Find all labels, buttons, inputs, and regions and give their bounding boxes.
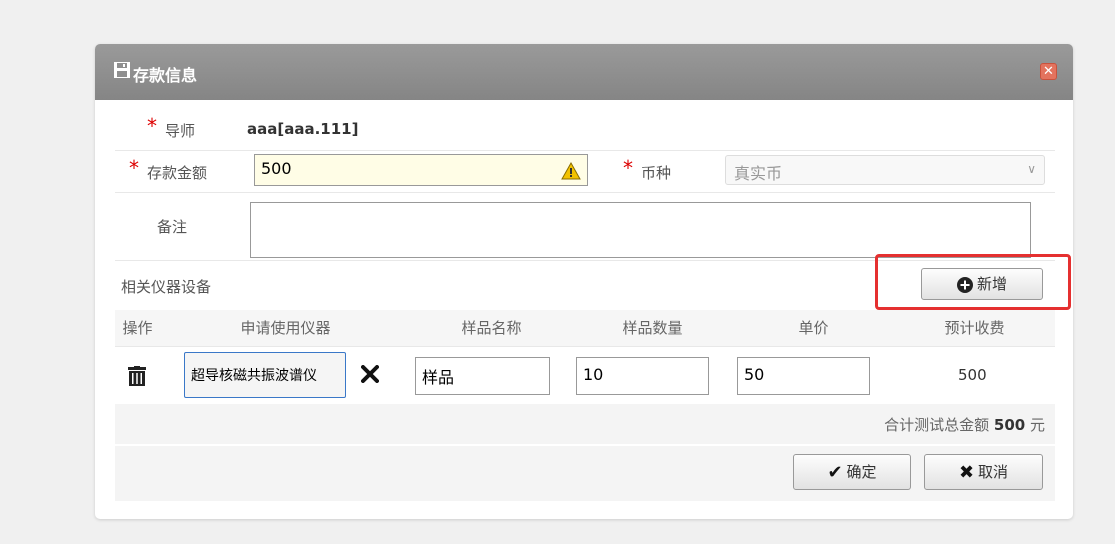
required-mark: * bbox=[129, 156, 139, 180]
amount-row: * 存款金额 500 * 币种 真实币 ∨ bbox=[115, 150, 1055, 193]
remark-input[interactable] bbox=[250, 202, 1031, 258]
total-value: 500 bbox=[993, 416, 1026, 434]
deposit-dialog: 存款信息 ✕ * 导师 aaa[aaa.111] * 存款金额 500 * 币种 bbox=[95, 44, 1073, 519]
dialog-title: 存款信息 bbox=[133, 66, 198, 85]
amount-value: 500 bbox=[261, 159, 292, 178]
currency-label: 币种 bbox=[641, 164, 672, 182]
equipment-section-label: 相关仪器设备 bbox=[121, 278, 212, 296]
table-row: 超导核磁共振波谱仪 样品 10 50 500 bbox=[115, 346, 1055, 405]
close-icon: ✖ bbox=[958, 461, 975, 483]
dialog-titlebar: 存款信息 ✕ bbox=[95, 44, 1073, 100]
required-mark: * bbox=[623, 156, 633, 180]
tutor-label: 导师 bbox=[165, 122, 196, 140]
close-button[interactable]: ✕ bbox=[1040, 63, 1057, 80]
save-icon bbox=[114, 62, 130, 78]
column-header-sample-name: 样品名称 bbox=[411, 310, 573, 346]
column-header-unit-price: 单价 bbox=[733, 310, 895, 346]
column-header-estimated-fee: 预计收费 bbox=[894, 310, 1055, 346]
estimated-fee-value: 500 bbox=[958, 366, 987, 384]
warning-icon bbox=[561, 162, 581, 180]
sample-name-input[interactable]: 样品 bbox=[415, 357, 550, 395]
chevron-down-icon: ∨ bbox=[1027, 162, 1036, 176]
sample-qty-value: 10 bbox=[583, 365, 604, 384]
column-header-instrument: 申请使用仪器 bbox=[160, 310, 412, 346]
remark-label: 备注 bbox=[157, 218, 188, 236]
table-header: 操作 申请使用仪器 样品名称 样品数量 单价 预计收费 bbox=[115, 310, 1055, 347]
amount-input[interactable]: 500 bbox=[254, 154, 588, 186]
remark-row: 备注 bbox=[115, 192, 1055, 261]
unit-price-input[interactable]: 50 bbox=[737, 357, 870, 395]
cancel-label: 取消 bbox=[978, 463, 1009, 481]
instrument-name: 超导核磁共振波谱仪 bbox=[191, 368, 317, 384]
check-icon: ✔ bbox=[827, 461, 843, 483]
remove-instrument-icon[interactable] bbox=[361, 365, 379, 383]
confirm-button[interactable]: ✔ 确定 bbox=[793, 454, 911, 490]
dialog-footer: ✔ 确定 ✖ 取消 bbox=[115, 446, 1055, 501]
total-unit: 元 bbox=[1029, 416, 1045, 434]
column-header-action: 操作 bbox=[115, 310, 161, 346]
equipment-header-row: 相关仪器设备 新增 bbox=[115, 254, 1071, 311]
highlight-box bbox=[875, 254, 1071, 310]
tutor-row: * 导师 aaa[aaa.111] bbox=[115, 110, 1055, 151]
cancel-button[interactable]: ✖ 取消 bbox=[924, 454, 1043, 490]
tutor-value: aaa[aaa.111] bbox=[247, 120, 359, 138]
sample-qty-input[interactable]: 10 bbox=[576, 357, 709, 395]
total-prefix: 合计测试总金额 bbox=[884, 416, 990, 434]
total-text: 合计测试总金额 500 元 bbox=[884, 414, 1045, 435]
amount-label: 存款金额 bbox=[147, 164, 208, 182]
required-mark: * bbox=[147, 114, 157, 138]
total-row: 合计测试总金额 500 元 bbox=[115, 404, 1055, 444]
confirm-label: 确定 bbox=[846, 463, 877, 481]
sample-name-value: 样品 bbox=[422, 368, 455, 387]
instrument-selector[interactable]: 超导核磁共振波谱仪 bbox=[184, 352, 346, 398]
column-header-sample-qty: 样品数量 bbox=[572, 310, 734, 346]
close-icon: ✕ bbox=[1043, 64, 1054, 79]
trash-icon[interactable] bbox=[128, 366, 146, 386]
unit-price-value: 50 bbox=[744, 365, 765, 384]
currency-value: 真实币 bbox=[734, 164, 783, 183]
currency-select[interactable]: 真实币 ∨ bbox=[725, 155, 1045, 185]
